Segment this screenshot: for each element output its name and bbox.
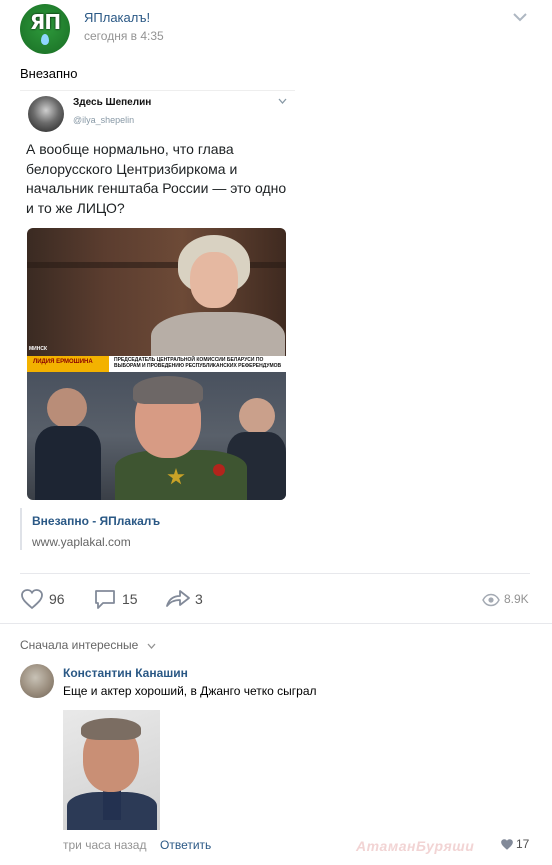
- photo-hair: [81, 718, 141, 740]
- tweet-author: Здесь Шепелин: [73, 97, 152, 108]
- tweet-embed[interactable]: Здесь Шепелин @ilya_shepelin А вообще но…: [20, 90, 295, 500]
- chyron-name: ЛИДИЯ ЕРМОШИНА: [33, 359, 93, 365]
- tweet-avatar: [28, 96, 64, 132]
- heart-icon: [501, 839, 513, 850]
- chyron-title: ПРЕДСЕДАТЕЛЬ ЦЕНТРАЛЬНОЙ КОМИССИИ БЕЛАРУ…: [114, 357, 282, 369]
- news-chyron: ЛИДИЯ ЕРМОШИНА ПРЕДСЕДАТЕЛЬ ЦЕНТРАЛЬНОЙ …: [27, 356, 286, 372]
- background-suit: [35, 426, 101, 500]
- watermark: АтаманБуряши: [356, 838, 475, 854]
- tweet-photo[interactable]: МИНСК ЛИДИЯ ЕРМОШИНА ПРЕДСЕДАТЕЛЬ ЦЕНТРА…: [27, 228, 286, 500]
- chyron-name-block: ЛИДИЯ ЕРМОШИНА: [27, 356, 109, 372]
- insignia-icon: [213, 464, 225, 476]
- comment-likes-count: 17: [516, 837, 530, 851]
- divider: [0, 623, 552, 624]
- comment-like-button[interactable]: 17: [500, 836, 540, 852]
- post-author[interactable]: ЯПлакалъ!: [84, 10, 150, 25]
- divider: [20, 90, 295, 91]
- comment-button[interactable]: 15: [93, 588, 153, 610]
- share-arrow-icon: [166, 590, 190, 607]
- post-time[interactable]: сегодня в 4:35: [84, 29, 164, 43]
- reply-button[interactable]: Ответить: [160, 838, 211, 852]
- general-hair: [133, 376, 203, 404]
- background-person: [47, 388, 87, 428]
- chevron-down-icon[interactable]: [147, 643, 156, 649]
- comments-sort-dropdown[interactable]: Сначала интересные: [20, 638, 138, 652]
- like-button[interactable]: 96: [20, 588, 80, 610]
- link-preview[interactable]: Внезапно - ЯПлакалъ www.yaplakal.com: [20, 508, 530, 550]
- avatar-logo-text: ЯП: [29, 10, 61, 34]
- chyron-tag: МИНСК: [29, 346, 48, 352]
- woman-face: [190, 252, 238, 308]
- comment-time[interactable]: три часа назад: [63, 838, 146, 852]
- post-actions: 96 15 3 8.9K: [0, 580, 552, 616]
- comment: Константин Канашин Еще и актер хороший, …: [0, 660, 552, 865]
- comments-count: 15: [122, 591, 138, 607]
- speech-bubble-icon: [95, 590, 115, 609]
- chevron-down-icon[interactable]: [512, 12, 528, 22]
- avatar[interactable]: [20, 664, 54, 698]
- likes-count: 96: [49, 591, 65, 607]
- views-count: 8.9K: [504, 592, 529, 606]
- share-button[interactable]: 3: [165, 588, 225, 610]
- community-avatar[interactable]: ЯП: [20, 4, 70, 54]
- divider: [20, 573, 530, 574]
- tweet-handle: @ilya_shepelin: [73, 115, 135, 125]
- comment-photo[interactable]: [63, 710, 160, 830]
- comment-author[interactable]: Константин Канашин: [63, 666, 188, 680]
- photo-shirt: [103, 790, 121, 820]
- heart-icon: [21, 589, 43, 610]
- link-url[interactable]: www.yaplakal.com: [32, 535, 131, 549]
- tear-drop-icon: [41, 34, 49, 45]
- comment-text: Еще и актер хороший, в Джанго четко сыгр…: [63, 684, 317, 698]
- post-text: Внезапно: [20, 66, 78, 81]
- link-title[interactable]: Внезапно - ЯПлакалъ: [32, 514, 160, 528]
- chevron-down-icon: [278, 98, 287, 104]
- eye-icon: [482, 593, 500, 607]
- post-header: ЯП ЯПлакалъ! сегодня в 4:35: [0, 0, 552, 56]
- background-person: [239, 398, 275, 434]
- tweet-text: А вообще нормально, что глава белорусско…: [26, 141, 287, 216]
- shares-count: 3: [195, 591, 203, 607]
- views-counter: 8.9K: [482, 592, 542, 610]
